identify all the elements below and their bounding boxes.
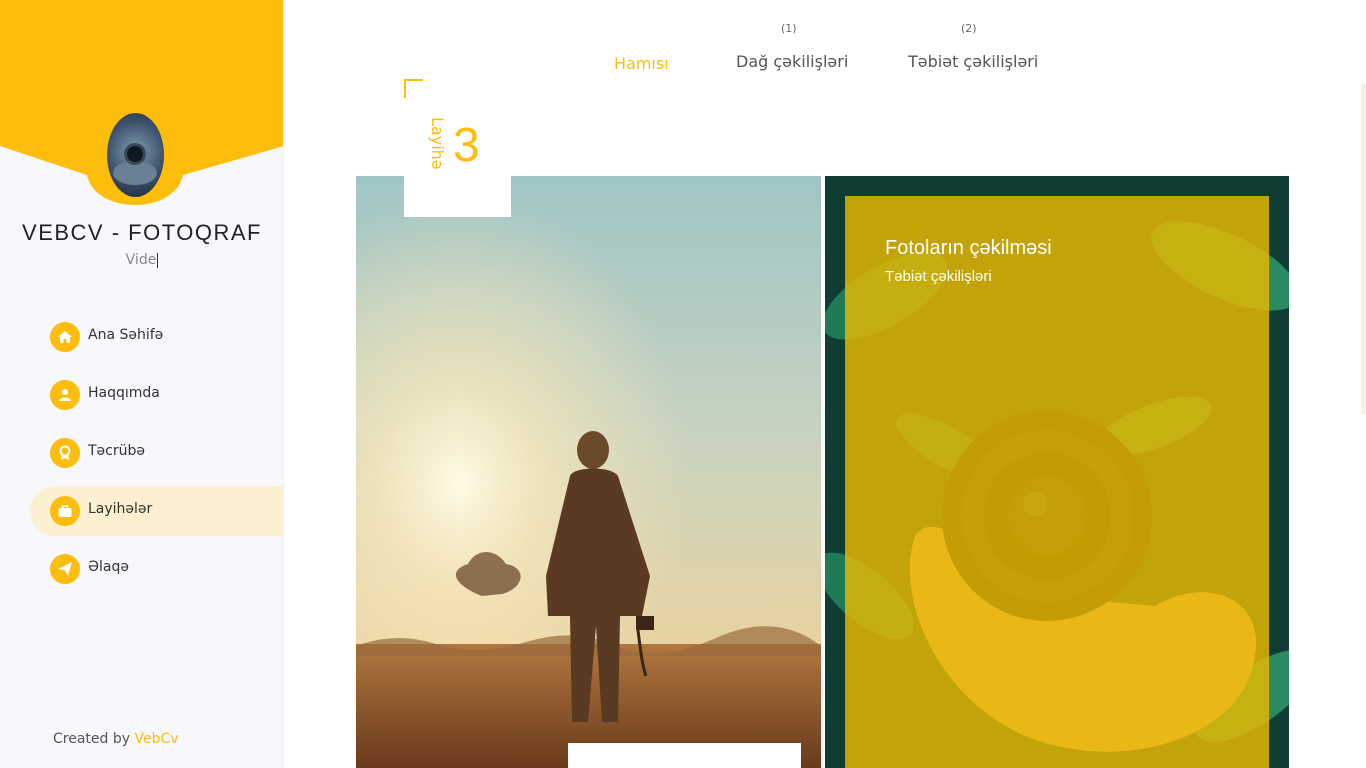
credit-prefix: Created by [53,731,135,747]
site-title: VEBCV - FOTOQRAF [22,220,262,245]
project-count-value: 3 [453,119,480,172]
nav-label-projects: Layihələr [88,501,153,517]
subtitle-typed-text: Vide [125,252,157,268]
user-icon [50,380,80,410]
photographer-silhouette-image [356,176,821,768]
site-subtitle: Vide [0,252,283,268]
filter-count-mountain: (1) [781,22,797,35]
home-icon [50,322,80,352]
sidebar: VEBCV - FOTOQRAF Vide Ana Səhifə Haqqımd… [0,0,284,768]
nav-item-about[interactable]: Haqqımda [30,370,283,420]
nav-item-projects[interactable]: Layihələr [30,486,283,536]
nav-label-home: Ana Səhifə [88,327,164,343]
typing-caret [157,252,159,268]
briefcase-icon [50,496,80,526]
credit-text: Created by VebCv [53,731,179,747]
filter-tab-mountain[interactable]: Dağ çəkilişləri [736,52,848,71]
nav-label-about: Haqqımda [88,385,160,401]
project-card-image-1[interactable] [356,176,821,768]
project-card-caption-box [568,743,801,768]
project-count-label: Layihə [428,117,447,170]
filter-tab-nature[interactable]: Təbiət çəkilişləri [908,52,1038,71]
filter-tab-all[interactable]: Hamısı [614,54,669,73]
corner-accent [404,79,423,98]
project-card-category: Təbiət çəkilişləri [885,268,992,285]
scrollbar[interactable] [1361,84,1366,414]
nav-item-contact[interactable]: Əlaqə [30,544,283,594]
paper-plane-icon [50,554,80,584]
avatar [107,113,164,197]
project-card-title[interactable]: Fotoların çəkilməsi [885,237,1052,260]
award-icon [50,438,80,468]
nav-item-home[interactable]: Ana Səhifə [30,312,283,362]
nav-label-contact: Əlaqə [88,559,129,575]
credit-brand-link[interactable]: VebCv [134,731,178,747]
nav-item-experience[interactable]: Təcrübə [30,428,283,478]
filter-count-nature: (2) [961,22,977,35]
nav-label-experience: Təcrübə [88,443,145,459]
